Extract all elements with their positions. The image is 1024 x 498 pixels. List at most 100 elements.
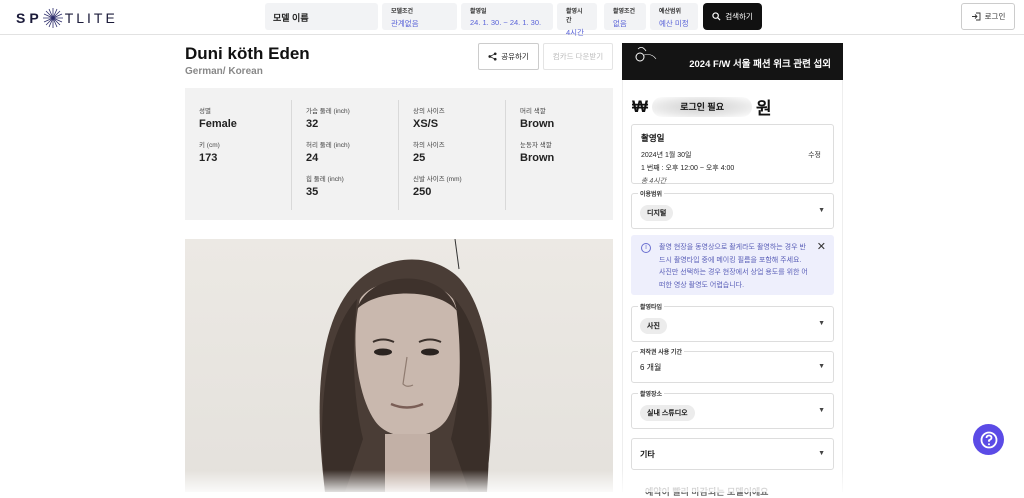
logo-right: TLITE bbox=[64, 10, 118, 26]
stat-value: 32 bbox=[306, 118, 319, 130]
filter-shoot-time[interactable]: 촬영시간 4시간 bbox=[557, 3, 597, 37]
help-button[interactable] bbox=[973, 424, 1004, 455]
filter-label: 예산범위 bbox=[659, 9, 682, 15]
shoot-type-select[interactable]: 촬영타입 사진 ▼ bbox=[631, 302, 834, 342]
select-value: 기타 bbox=[640, 450, 655, 459]
model-portrait-image bbox=[319, 239, 492, 492]
stat-label: 신발 사이즈 (mm) bbox=[413, 176, 462, 183]
share-button[interactable]: 공유하기 bbox=[478, 43, 539, 70]
chevron-down-icon: ▼ bbox=[818, 407, 825, 414]
help-icon bbox=[980, 431, 997, 448]
login-button[interactable]: 로그인 bbox=[961, 3, 1015, 30]
info-icon: i bbox=[641, 243, 651, 253]
select-chip: 디지털 bbox=[640, 205, 674, 221]
select-label: 촬영타입 bbox=[638, 302, 665, 311]
stat-label: 머리 색깔 bbox=[520, 108, 546, 115]
model-photo[interactable] bbox=[185, 239, 613, 492]
stat-value: XS/S bbox=[413, 118, 439, 130]
stat-value: Brown bbox=[520, 152, 555, 164]
stats-divider bbox=[505, 100, 506, 210]
shoot-time-slot: 1 번째 : 오후 12:00 ~ 오후 4:00 bbox=[641, 165, 735, 172]
price-currency: ₩ bbox=[632, 96, 649, 116]
compcard-download-button[interactable]: 컴카드 다운받기 bbox=[543, 43, 613, 70]
model-name-search-input[interactable]: 모델 이름 bbox=[265, 3, 378, 30]
select-value: 6 개월 bbox=[640, 363, 662, 372]
shoot-date: 2024년 1월 30일 bbox=[641, 152, 692, 159]
login-icon bbox=[971, 12, 981, 21]
model-name: Duni köth Eden bbox=[185, 44, 310, 63]
usage-scope-select[interactable]: 이용범위 디지털 ▼ bbox=[631, 189, 834, 229]
filter-label: 촬영시간 bbox=[566, 9, 583, 24]
stat-value: 173 bbox=[199, 152, 218, 164]
stats-column: 머리 색깔 Brown 눈동자 색깔 Brown bbox=[520, 105, 554, 173]
filter-value: 4시간 bbox=[566, 28, 584, 37]
promo-banner-text: 2024 F/W 서울 패션 위크 관련 섭외 bbox=[689, 59, 831, 70]
select-label: 저작권 사용 기간 bbox=[638, 347, 684, 356]
select-chip: 실내 스튜디오 bbox=[640, 405, 695, 421]
filter-value: 24. 1. 30. ~ 24. 1. 30. bbox=[470, 18, 542, 27]
stat-label: 성별 bbox=[199, 108, 211, 115]
shoot-location-select[interactable]: 촬영장소 실내 스튜디오 ▼ bbox=[631, 389, 834, 429]
model-stats-panel: 성별 Female 키 (cm) 173 가슴 둘레 (inch) 32 허리 둘레 … bbox=[185, 88, 613, 220]
login-button-label: 로그인 bbox=[984, 12, 1006, 21]
model-nationality: German/ Korean bbox=[185, 66, 263, 77]
seoul-fashion-week-logo bbox=[635, 47, 657, 62]
stat-value: 24 bbox=[306, 152, 319, 164]
stat-label: 상의 사이즈 bbox=[413, 108, 445, 115]
share-icon bbox=[488, 52, 497, 61]
chevron-down-icon: ▼ bbox=[818, 363, 825, 370]
select-label: 촬영장소 bbox=[638, 389, 665, 398]
filter-value: 없음 bbox=[613, 19, 627, 28]
edit-date-button[interactable]: 수정 bbox=[808, 150, 821, 160]
logo[interactable]: SP TLITE bbox=[16, 8, 118, 28]
stats-column: 상의 사이즈 XS/S 하의 사이즈 25 신발 사이즈 (mm) 250 bbox=[413, 105, 462, 207]
shoot-date-title: 촬영일 bbox=[641, 133, 665, 143]
select-chip: 사진 bbox=[640, 318, 667, 334]
filter-shoot-condition[interactable]: 촬영조건 없음 bbox=[604, 3, 646, 30]
video-shoot-notice: i 촬영 현장을 동영상으로 촬게라도 촬영하는 경우 반드시 촬영타입 중에 … bbox=[631, 235, 834, 295]
stat-value: 250 bbox=[413, 186, 432, 198]
stat-value: 25 bbox=[413, 152, 426, 164]
etc-select[interactable]: 기타 ▼ bbox=[631, 438, 834, 470]
chevron-down-icon: ▼ bbox=[818, 207, 825, 214]
close-icon[interactable]: ✕ bbox=[817, 241, 826, 254]
stat-value: Brown bbox=[520, 118, 555, 130]
share-button-label: 공유하기 bbox=[501, 52, 529, 61]
chevron-down-icon: ▼ bbox=[818, 450, 825, 457]
notice-text: 촬영 현장을 동영상으로 촬게라도 촬영하는 경우 반드시 촬영타입 중에 메이… bbox=[659, 244, 808, 289]
price: ₩ 로그인 필요 원 bbox=[632, 94, 772, 119]
stats-column: 가슴 둘레 (inch) 32 허리 둘레 (inch) 24 힙 둘레 (inch… bbox=[306, 105, 350, 207]
stat-label: 하의 사이즈 bbox=[413, 142, 445, 149]
stat-label: 눈동자 색깔 bbox=[520, 142, 552, 149]
search-icon bbox=[712, 12, 721, 21]
stat-label: 허리 둘레 (inch) bbox=[306, 142, 350, 149]
copyright-period-select[interactable]: 저작권 사용 기간 6 개월 ▼ bbox=[631, 347, 834, 383]
stat-label: 키 (cm) bbox=[199, 142, 220, 149]
filter-value: 예산 미정 bbox=[659, 19, 689, 28]
shoot-date-card: 촬영일 2024년 1월 30일 1 번째 : 오후 12:00 ~ 오후 4:… bbox=[631, 124, 834, 185]
filter-label: 촬영일 bbox=[470, 9, 487, 15]
filter-budget[interactable]: 예산범위 예산 미정 bbox=[650, 3, 698, 30]
top-nav: SP TLITE 모델 이름 모델조건 관계없음 촬영일 24. 1. 30. … bbox=[0, 0, 1024, 37]
stats-divider bbox=[291, 100, 292, 210]
logo-left: SP bbox=[16, 10, 43, 26]
stat-value: 35 bbox=[306, 186, 319, 198]
promo-banner[interactable]: 2024 F/W 서울 패션 위크 관련 섭외 bbox=[622, 43, 843, 80]
filter-label: 모델조건 bbox=[391, 9, 414, 15]
stat-label: 힙 둘레 (inch) bbox=[306, 176, 344, 183]
shoot-total-hours: 총 4시간 bbox=[641, 178, 667, 185]
select-label: 이용범위 bbox=[638, 189, 665, 198]
price-hidden-login-required[interactable]: 로그인 필요 bbox=[652, 96, 753, 117]
filter-value: 관계없음 bbox=[391, 19, 419, 28]
filter-label: 촬영조건 bbox=[613, 9, 636, 15]
stats-divider bbox=[398, 100, 399, 210]
logo-star-icon bbox=[42, 8, 63, 28]
stat-value: Female bbox=[199, 118, 237, 130]
filter-shoot-date[interactable]: 촬영일 24. 1. 30. ~ 24. 1. 30. bbox=[461, 3, 553, 30]
filter-model-condition[interactable]: 모델조건 관계없음 bbox=[382, 3, 457, 30]
chevron-down-icon: ▼ bbox=[818, 320, 825, 327]
stats-column: 성별 Female 키 (cm) 173 bbox=[199, 105, 237, 173]
search-button[interactable]: 검색하기 bbox=[703, 3, 762, 30]
price-unit: 원 bbox=[756, 99, 772, 118]
search-button-label: 검색하기 bbox=[725, 12, 753, 21]
